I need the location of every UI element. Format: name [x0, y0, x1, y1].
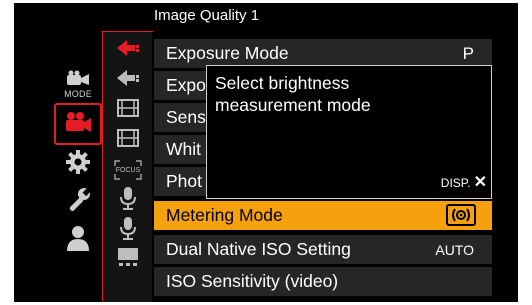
subtab-audio-1[interactable]: [103, 185, 153, 215]
menu-row-value: AUTO: [435, 241, 474, 258]
tooltip-line-1: Select brightness: [215, 73, 350, 93]
help-tooltip: Select brightness measurement mode DISP.…: [206, 65, 492, 199]
menu-row-metering-mode[interactable]: Metering Mode: [154, 201, 492, 230]
subtab-audio-2[interactable]: [103, 215, 153, 245]
video-camera-icon: [63, 111, 93, 138]
disp-label: DISP.: [440, 176, 471, 190]
camera-mode-icon: [65, 70, 91, 91]
menu-row-label: Dual Native ISO Setting: [166, 239, 351, 259]
double-arrow-icon: [115, 68, 141, 93]
menu-row-dual-native-iso[interactable]: Dual Native ISO Setting AUTO: [154, 235, 492, 264]
menu-row-exposure-mode[interactable]: Exposure Mode P: [154, 39, 492, 68]
menu-row-value: P: [462, 43, 474, 63]
subtab-column: FOCUS: [102, 31, 153, 302]
film-strip-icon: [116, 98, 140, 123]
subtab-image-quality-1[interactable]: [103, 35, 153, 65]
microphone-icon: [118, 186, 138, 215]
category-column: MODE: [54, 63, 102, 251]
menu-row-label: Exposure Mode: [166, 43, 289, 63]
menu-row-label: Whit: [166, 139, 201, 159]
wrench-icon: [65, 187, 92, 218]
menu-row-iso-sensitivity-video[interactable]: ISO Sensitivity (video): [154, 267, 492, 296]
subtab-image-quality-2[interactable]: [103, 65, 153, 95]
red-double-arrow-icon: [115, 38, 141, 63]
person-icon: [66, 225, 90, 256]
monitor-output-icon: [115, 246, 141, 275]
tooltip-line-2: measurement mode: [215, 95, 371, 115]
category-video[interactable]: [54, 103, 102, 145]
menu-row-label: ISO Sensitivity (video): [166, 271, 339, 291]
multi-metering-icon: [446, 204, 476, 226]
disp-close-button[interactable]: DISP. ✕: [441, 172, 487, 194]
subtab-image-format[interactable]: [103, 95, 153, 125]
category-mode[interactable]: MODE: [54, 63, 102, 105]
subtab-image-format-2[interactable]: [103, 125, 153, 155]
film-strip-icon: [116, 128, 140, 153]
menu-row-label: Sens: [166, 107, 206, 127]
focus-label: FOCUS: [115, 166, 141, 174]
category-mode-label: MODE: [64, 88, 92, 99]
menu-row-label: Phot: [166, 171, 202, 191]
microphone-icon: [118, 216, 138, 245]
focus-bracket-icon: FOCUS: [114, 160, 142, 180]
subtab-focus[interactable]: FOCUS: [103, 155, 153, 185]
menu-page-title: Image Quality 1: [154, 7, 260, 24]
category-my-menu[interactable]: [54, 219, 102, 261]
subtab-output[interactable]: [103, 245, 153, 275]
category-custom[interactable]: [54, 143, 102, 185]
close-icon: ✕: [473, 174, 487, 191]
gear-icon: [65, 149, 91, 180]
menu-row-label: Expo: [166, 75, 206, 95]
category-setup[interactable]: [54, 181, 102, 223]
menu-row-label: Metering Mode: [166, 205, 283, 225]
camera-menu-screen: Image Quality 1 MODE FOCUS Exposure Mode…: [14, 3, 518, 302]
